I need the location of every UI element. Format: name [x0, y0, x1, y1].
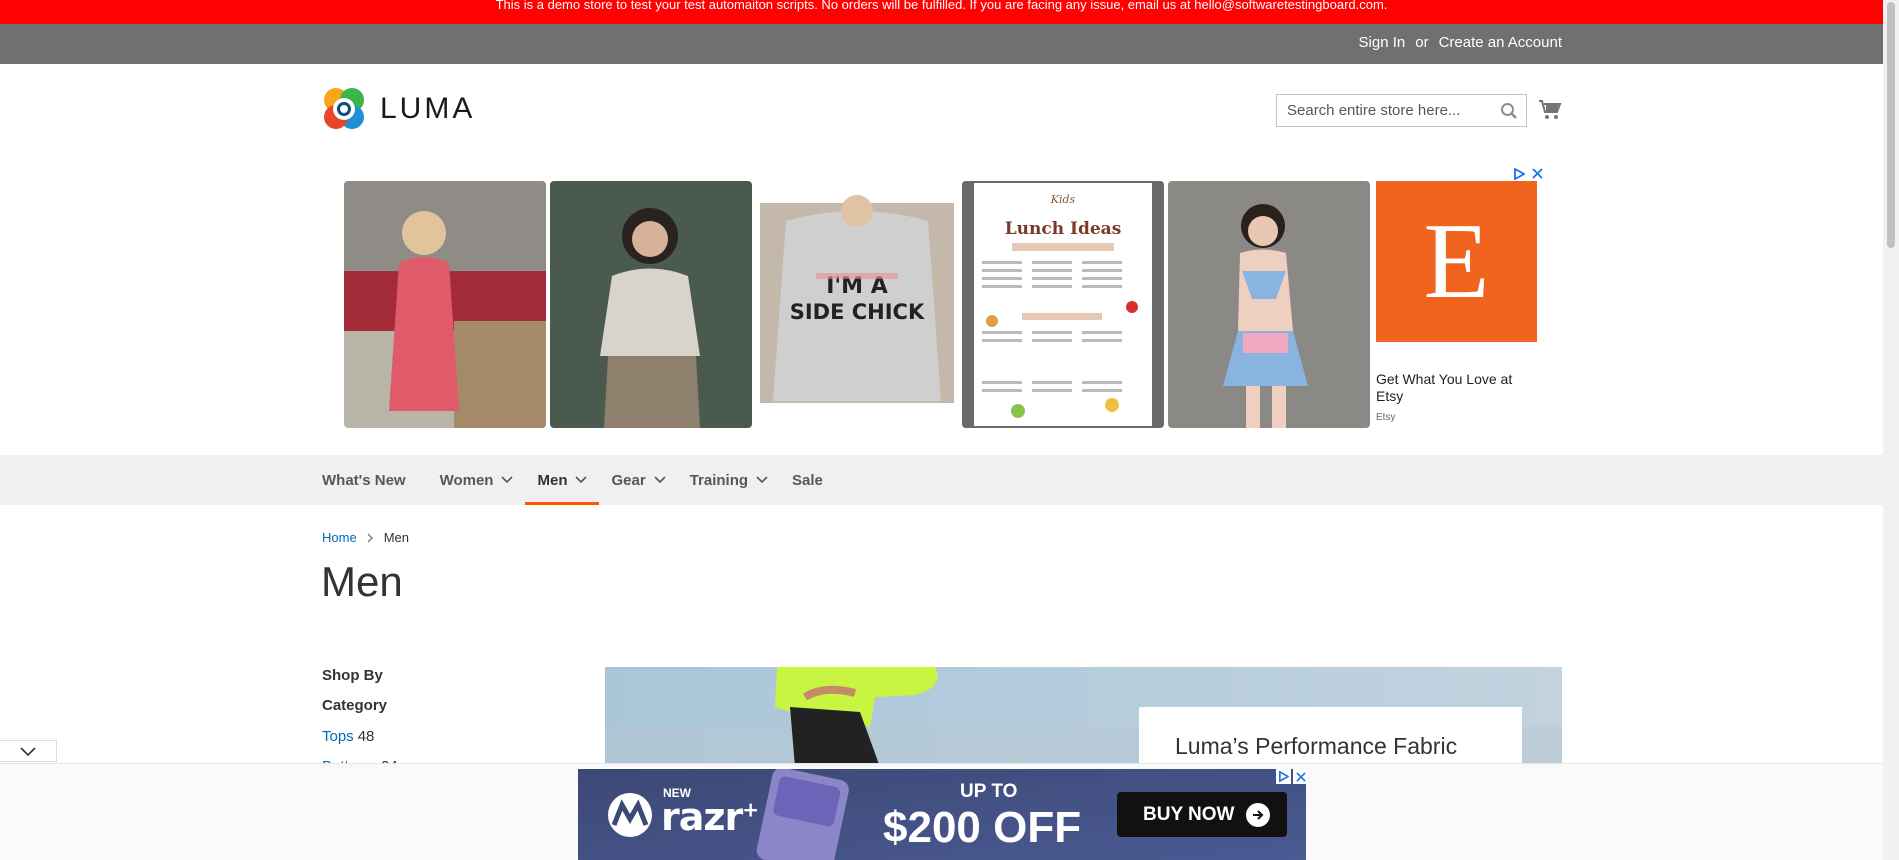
ad-photo-lunch-ideas: Kids Lunch Ideas — [962, 181, 1164, 428]
nav-item-training[interactable]: Training — [678, 455, 780, 505]
ad-tile-lunch-ideas[interactable]: Kids Lunch Ideas — [962, 181, 1164, 428]
ad-photo-pink-dress — [344, 181, 546, 428]
buy-now-button[interactable]: BUY NOW — [1117, 792, 1287, 837]
etsy-ad-title[interactable]: Get What You Love at Etsy — [1376, 371, 1537, 405]
ad-tile-pink-dress[interactable] — [344, 181, 546, 428]
category-link-tops[interactable]: Tops — [322, 728, 354, 745]
page-title: Men — [321, 558, 403, 605]
category-item-tops: Tops 48 — [322, 722, 398, 752]
buy-now-label: BUY NOW — [1143, 803, 1235, 825]
nav-item-women[interactable]: Women — [418, 455, 526, 505]
demo-notice-text: This is a demo store to test your test a… — [495, 0, 1388, 12]
ad-controls — [1511, 166, 1545, 181]
etsy-ad: E Get What You Love at Etsy Etsy — [1376, 165, 1539, 430]
hero-card: Luma’s Performance Fabric — [1139, 707, 1522, 767]
category-count: 48 — [357, 728, 375, 745]
ad-close-icon[interactable] — [1293, 769, 1308, 784]
cart-icon[interactable] — [1538, 98, 1562, 122]
ad-tile-lunch-title: Lunch Ideas — [1005, 219, 1122, 239]
breadcrumb: Home Men — [322, 530, 409, 545]
nav-item-label: Gear — [611, 471, 646, 489]
ad-tile-sweatshirt[interactable]: I'M A SIDE CHICK — [756, 181, 958, 428]
shop-by-heading: Shop By — [322, 667, 383, 684]
arrow-right-icon — [1246, 802, 1271, 827]
search-box — [1276, 94, 1527, 127]
nav-item-gear[interactable]: Gear — [599, 455, 677, 505]
breadcrumb-home-link[interactable]: Home — [322, 530, 357, 545]
or-separator: or — [1415, 34, 1429, 51]
nav-item-label: Training — [689, 471, 749, 489]
chevron-down-icon — [20, 747, 36, 757]
razr-ad-offer: $200 OFF — [883, 803, 1082, 852]
create-account-link[interactable]: Create an Account — [1439, 34, 1562, 51]
collapse-ad-toggle[interactable] — [0, 740, 57, 762]
nav-item-whats-new[interactable]: What's New — [322, 455, 418, 505]
bottom-ad-controls — [1276, 769, 1308, 784]
ad-tile-script-text: Kids — [1050, 193, 1076, 206]
ad-tile-white-top[interactable] — [550, 181, 752, 428]
chevron-down-icon — [756, 476, 768, 484]
nav-item-label: Men — [537, 471, 568, 489]
search-input[interactable] — [1277, 95, 1487, 126]
hero-banner[interactable]: Luma’s Performance Fabric — [605, 667, 1562, 767]
scrollbar-thumb[interactable] — [1887, 2, 1895, 248]
ad-tile-text-line2: SIDE CHICK — [790, 300, 925, 324]
nav-item-men[interactable]: Men — [525, 455, 600, 505]
ad-photo-costume — [1168, 181, 1370, 428]
ad-photo-sweatshirt: I'M A SIDE CHICK — [756, 181, 958, 428]
chevron-down-icon — [501, 476, 514, 484]
luma-logo[interactable]: LUMA — [322, 86, 475, 132]
chevron-down-icon — [575, 476, 588, 484]
razr-ad-banner[interactable]: NEW razr+ UP TO $200 OFF BUY NOW — [578, 769, 1306, 860]
search-icon[interactable] — [1500, 102, 1518, 120]
razr-ad-product-name: razr — [661, 795, 743, 839]
chevron-right-icon — [367, 533, 373, 542]
chevron-down-icon — [654, 476, 666, 484]
etsy-ad-source: Etsy — [1376, 412, 1396, 423]
ad-image-strip: I'M A SIDE CHICK Kids Lunch Ideas — [344, 181, 1370, 428]
hero-card-title: Luma’s Performance Fabric — [1175, 733, 1458, 759]
page-scrollbar[interactable] — [1883, 0, 1899, 860]
razr-ad-plus: + — [742, 797, 759, 822]
nav-item-label: Women — [439, 471, 494, 489]
luma-logo-icon — [324, 88, 364, 129]
breadcrumb-current: Men — [383, 530, 409, 545]
header-panel: Sign In or Create an Account — [0, 24, 1883, 64]
razr-ad-upto: UP TO — [960, 781, 1018, 802]
ad-tile-costume[interactable] — [1168, 181, 1370, 428]
etsy-logo-tile[interactable]: E — [1376, 181, 1537, 342]
etsy-logo-letter: E — [1423, 201, 1490, 321]
nav-item-sale[interactable]: Sale — [780, 455, 835, 505]
razr-ad-product: razr+ — [661, 795, 759, 839]
sign-in-link[interactable]: Sign In — [1359, 34, 1406, 51]
ad-photo-white-top — [550, 181, 752, 428]
adchoices-icon[interactable] — [1276, 769, 1291, 784]
main-navigation: What's New Women Men Gear Training Sale — [0, 455, 1883, 505]
ad-close-icon[interactable] — [1530, 166, 1545, 181]
logo-text: LUMA — [380, 92, 476, 125]
adchoices-icon[interactable] — [1511, 166, 1526, 181]
nav-item-label: Sale — [792, 471, 823, 489]
demo-notice-bar: This is a demo store to test your test a… — [0, 0, 1883, 24]
category-filter-title[interactable]: Category — [322, 697, 387, 714]
nav-item-label: What's New — [322, 471, 406, 489]
